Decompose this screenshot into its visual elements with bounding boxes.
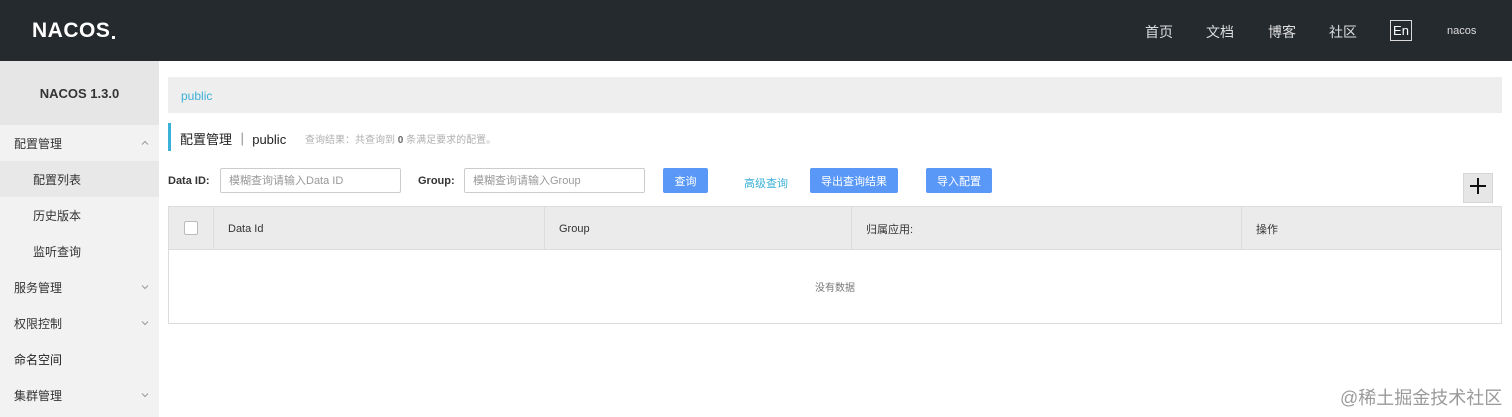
page-title: 配置管理 ｜ public [180,132,287,147]
column-label: 归属应用: [866,223,914,236]
logo-text: NACOS [32,19,111,42]
export-results-button[interactable]: 导出查询结果 [810,168,898,193]
sidebar-item-service-management[interactable]: 服务管理 [0,269,159,305]
sidebar-item-namespace[interactable]: 命名空间 [0,341,159,377]
nav-docs[interactable]: 文档 [1206,22,1234,42]
column-header-group[interactable]: Group [545,207,852,250]
namespace-bar: public [168,77,1502,113]
group-search-input[interactable] [464,168,645,193]
search-button[interactable]: 查询 [663,168,708,193]
sidebar-item-history[interactable]: 历史版本 [0,197,159,233]
logo-dot [112,35,116,39]
dataid-search-input[interactable] [220,168,401,193]
sidebar-item-access-control[interactable]: 权限控制 [0,305,159,341]
hint-prefix: 查询结果：共查询到 [305,135,395,146]
table-header: Data Id Group 归属应用: 操作 [169,207,1501,250]
sidebar-item-label: 监听查询 [33,244,82,259]
nav-community[interactable]: 社区 [1329,22,1357,42]
query-result-hint: 查询结果：共查询到 0 条满足要求的配置。 [305,131,496,146]
sidebar-version: NACOS 1.3.0 [0,61,159,125]
nacos-logo[interactable]: NACOS [32,18,116,44]
sidebar-item-config-management[interactable]: 配置管理 [0,125,159,161]
hint-suffix: 条满足要求的配置。 [406,135,497,146]
sidebar-item-cluster-management[interactable]: 集群管理 [0,377,159,413]
advanced-search-link[interactable]: 高级查询 [744,175,788,191]
sidebar-item-label: 配置列表 [33,172,82,187]
chevron-down-icon [141,319,149,327]
sidebar-item-label: 集群管理 [14,388,63,403]
import-config-button[interactable]: 导入配置 [926,168,992,193]
add-config-button[interactable] [1463,173,1493,203]
column-header-actions: 操作 [1242,207,1501,250]
select-all-checkbox[interactable] [184,221,198,235]
chevron-down-icon [141,391,149,399]
column-label: Data Id [228,222,264,235]
hint-count: 0 [397,135,404,146]
chevron-up-icon [141,139,149,147]
watermark: @稀土掘金技术社区 [1340,388,1503,408]
user-name[interactable]: nacos [1447,25,1476,37]
group-label: Group: [418,175,455,187]
column-label: Group [559,222,590,235]
column-header-data-id[interactable]: Data Id [214,207,545,250]
top-navbar: NACOS 首页 文档 博客 社区 En nacos [0,0,1512,61]
nav-blog[interactable]: 博客 [1268,22,1296,42]
sidebar-item-label: 历史版本 [33,208,82,223]
sidebar-item-label: 权限控制 [14,316,63,331]
nav-home[interactable]: 首页 [1145,22,1173,42]
plus-icon [1469,177,1487,200]
title-accent-bar [168,123,171,151]
column-label: 操作 [1256,223,1278,236]
column-header-app[interactable]: 归属应用: [852,207,1242,250]
sidebar-item-listener-query[interactable]: 监听查询 [0,233,159,269]
dataid-label: Data ID: [168,175,210,187]
sidebar-item-label: 配置管理 [14,136,63,151]
language-toggle[interactable]: En [1390,20,1412,41]
empty-state-text: 没有数据 [815,283,855,294]
select-all-cell [169,207,214,250]
config-table: Data Id Group 归属应用: 操作 没有数据 [168,206,1502,324]
sidebar-item-label: 服务管理 [14,280,63,295]
sidebar-item-config-list[interactable]: 配置列表 [0,161,159,197]
sidebar: NACOS 1.3.0 配置管理 配置列表 历史版本 监听查询 服务管理 权限控… [0,61,159,417]
namespace-link-public[interactable]: public [181,89,212,103]
chevron-down-icon [141,283,149,291]
sidebar-item-label: 命名空间 [14,352,63,367]
